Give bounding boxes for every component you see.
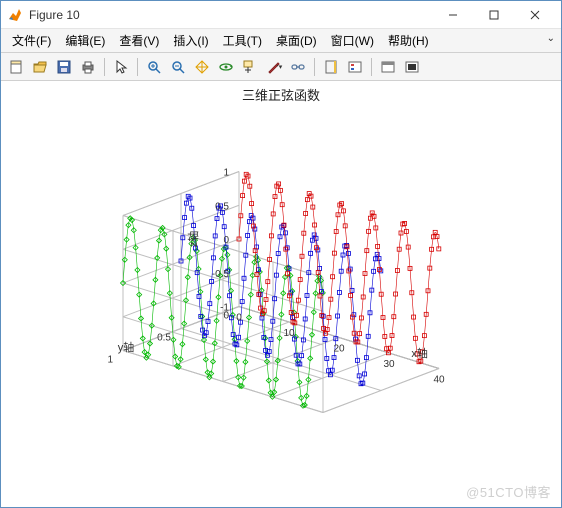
toolbar: ▾: [1, 53, 561, 81]
colorbar-icon[interactable]: [320, 56, 342, 78]
svg-text:0.5: 0.5: [215, 201, 229, 212]
close-button[interactable]: [515, 4, 555, 26]
open-icon[interactable]: [29, 56, 51, 78]
legend-icon[interactable]: [344, 56, 366, 78]
pointer-icon[interactable]: [110, 56, 132, 78]
print-icon[interactable]: [77, 56, 99, 78]
svg-text:0: 0: [236, 313, 242, 324]
window-controls: [433, 4, 555, 26]
hide-tools-icon[interactable]: [377, 56, 399, 78]
svg-text:0: 0: [223, 235, 229, 246]
svg-text:10: 10: [283, 328, 295, 339]
zoom-in-icon[interactable]: [143, 56, 165, 78]
svg-text:-1: -1: [220, 303, 229, 314]
menu-desktop[interactable]: 桌面(D): [269, 29, 324, 52]
pan-icon[interactable]: [191, 56, 213, 78]
toolbar-separator: [371, 58, 372, 76]
svg-text:-0.5: -0.5: [212, 269, 230, 280]
zoom-out-icon[interactable]: [167, 56, 189, 78]
plot-svg: 三维正弦函数 01020304000.51-1-0.500.51 x轴 y轴 z…: [1, 81, 561, 507]
titlebar[interactable]: Figure 10: [1, 1, 561, 29]
svg-text:30: 30: [383, 359, 395, 370]
menu-edit[interactable]: 编辑(E): [58, 29, 112, 52]
brush-icon[interactable]: ▾: [263, 56, 285, 78]
window-title: Figure 10: [29, 8, 433, 22]
plot-title: 三维正弦函数: [242, 88, 320, 103]
3d-series: [121, 172, 441, 408]
toolbar-separator: [137, 58, 138, 76]
dock-icon[interactable]: [401, 56, 423, 78]
svg-text:1: 1: [107, 355, 113, 366]
menu-view[interactable]: 查看(V): [112, 29, 166, 52]
toolbar-separator: [314, 58, 315, 76]
datacursor-icon[interactable]: [239, 56, 261, 78]
svg-text:40: 40: [433, 375, 445, 386]
svg-text:0.5: 0.5: [157, 333, 171, 344]
menubar: 文件(F) 编辑(E) 查看(V) 插入(I) 工具(T) 桌面(D) 窗口(W…: [1, 29, 561, 53]
svg-text:1: 1: [223, 168, 229, 179]
menu-help[interactable]: 帮助(H): [381, 29, 436, 52]
menu-insert[interactable]: 插入(I): [166, 29, 215, 52]
new-figure-icon[interactable]: [5, 56, 27, 78]
menu-tools[interactable]: 工具(T): [216, 29, 269, 52]
figure-window: Figure 10 文件(F) 编辑(E) 查看(V) 插入(I) 工具(T) …: [0, 0, 562, 508]
z-axis-label: z轴: [186, 231, 200, 248]
maximize-button[interactable]: [474, 4, 514, 26]
menu-window[interactable]: 窗口(W): [324, 29, 381, 52]
axes3d[interactable]: 三维正弦函数 01020304000.51-1-0.500.51 x轴 y轴 z…: [1, 81, 561, 507]
x-axis-label: x轴: [411, 346, 428, 360]
y-axis-label: y轴: [118, 340, 135, 354]
save-icon[interactable]: [53, 56, 75, 78]
minimize-button[interactable]: [433, 4, 473, 26]
matlab-icon: [7, 7, 23, 23]
menu-overflow-icon[interactable]: ⌄: [547, 33, 555, 44]
link-icon[interactable]: [287, 56, 309, 78]
3d-box: [123, 172, 439, 413]
svg-text:20: 20: [333, 344, 345, 355]
rotate3d-icon[interactable]: [215, 56, 237, 78]
toolbar-separator: [104, 58, 105, 76]
menu-file[interactable]: 文件(F): [5, 29, 58, 52]
